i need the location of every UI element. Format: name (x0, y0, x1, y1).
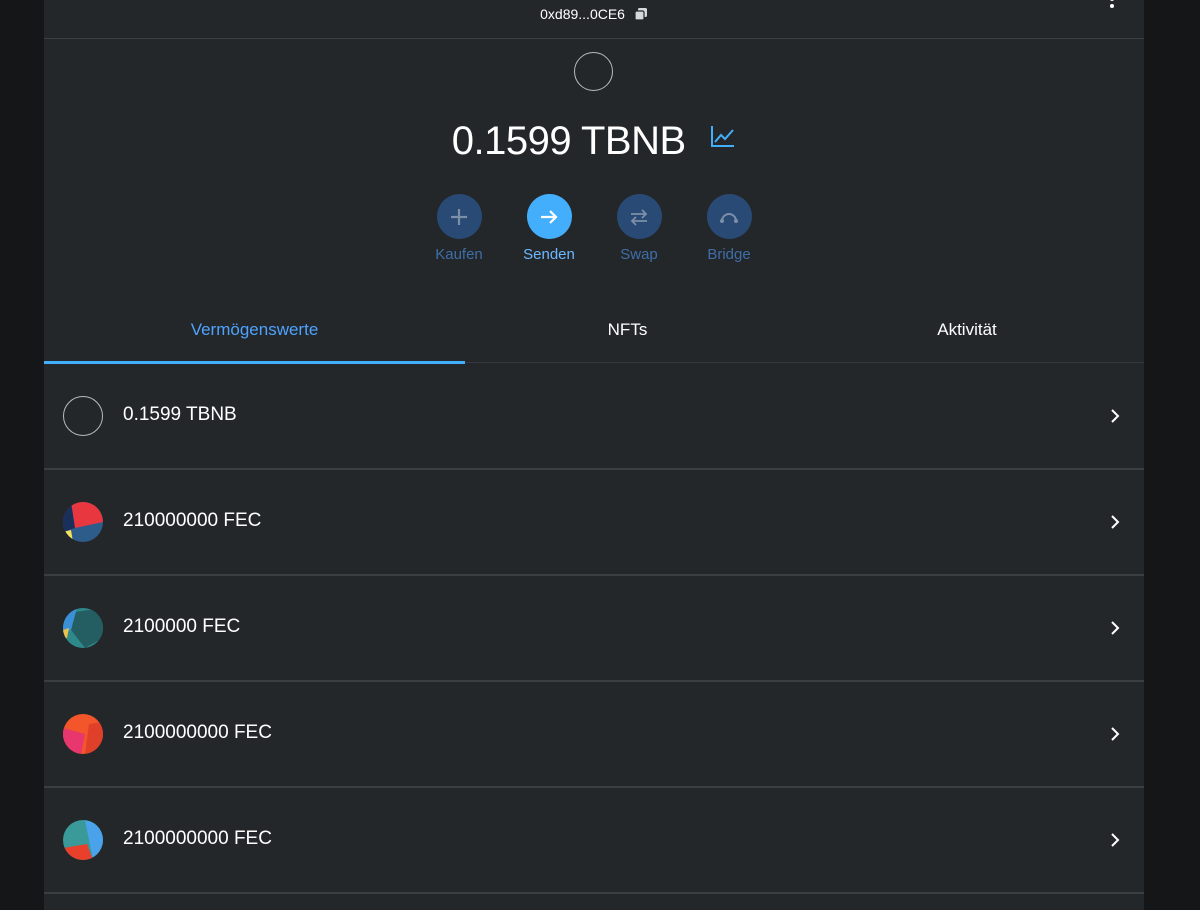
tab-activity[interactable]: Aktivität (790, 297, 1144, 363)
tab-nfts[interactable]: NFTs (465, 297, 790, 363)
wallet-panel: 0xd89...0CE6 0.1599 TBNB Kaufen Senden S… (44, 0, 1144, 910)
asset-row[interactable]: 0.1599 TBNB (44, 364, 1144, 470)
asset-label: 0.1599 TBNB (123, 404, 237, 425)
chevron-right-icon (1111, 621, 1120, 635)
portfolio-chart-icon[interactable] (710, 113, 736, 158)
plus-icon (436, 194, 482, 239)
asset-row[interactable]: 2100000000 FEC (44, 682, 1144, 788)
swap-button[interactable]: Swap (594, 194, 684, 263)
asset-row[interactable]: 2100000000 FEC (44, 788, 1144, 894)
chevron-right-icon (1111, 515, 1120, 529)
bridge-label: Bridge (707, 246, 751, 263)
balance-amount: 0.1599 (451, 119, 572, 163)
asset-label: 2100000000 FEC (123, 828, 272, 849)
address-text: 0xd89...0CE6 (540, 6, 625, 22)
identicon-orange-pink-icon (63, 714, 103, 754)
asset-row[interactable]: 2100000 FEC (44, 576, 1144, 682)
bridge-icon (706, 194, 752, 239)
bridge-button[interactable]: Bridge (684, 194, 774, 263)
identicon-red-blue-icon (63, 502, 103, 542)
swap-label: Swap (620, 246, 658, 263)
chevron-right-icon (1111, 833, 1120, 847)
asset-label: 2100000000 FEC (123, 722, 272, 743)
asset-list: 0.1599 TBNB 210000000 FEC 2100000 FEC 21… (44, 364, 1144, 894)
tab-bar: Vermögenswerte NFTs Aktivität (44, 297, 1144, 364)
tab-assets[interactable]: Vermögenswerte (44, 297, 465, 364)
arrow-right-icon (526, 194, 572, 239)
account-avatar (574, 52, 613, 91)
more-options-icon[interactable] (1108, 0, 1116, 14)
asset-label: 2100000 FEC (123, 616, 241, 637)
wallet-actions: Kaufen Senden Swap Bridge (44, 194, 1144, 274)
identicon-teal-blue-icon (63, 608, 103, 648)
buy-label: Kaufen (435, 246, 483, 263)
send-button[interactable]: Senden (504, 194, 594, 263)
copy-icon[interactable] (634, 7, 648, 24)
chevron-right-icon (1111, 727, 1120, 741)
asset-label: 210000000 FEC (123, 510, 262, 531)
asset-row[interactable]: 210000000 FEC (44, 470, 1144, 576)
balance-display: 0.1599 TBNB (44, 113, 1144, 164)
empty-token-icon (63, 396, 103, 436)
account-address[interactable]: 0xd89...0CE6 (44, 6, 1144, 24)
swap-arrows-icon (616, 194, 662, 239)
account-header: 0xd89...0CE6 (44, 0, 1144, 39)
send-label: Senden (523, 246, 575, 263)
identicon-teal-orange-icon (63, 820, 103, 860)
buy-button[interactable]: Kaufen (414, 194, 504, 263)
chevron-right-icon (1111, 409, 1120, 423)
balance-symbol: TBNB (580, 119, 686, 163)
